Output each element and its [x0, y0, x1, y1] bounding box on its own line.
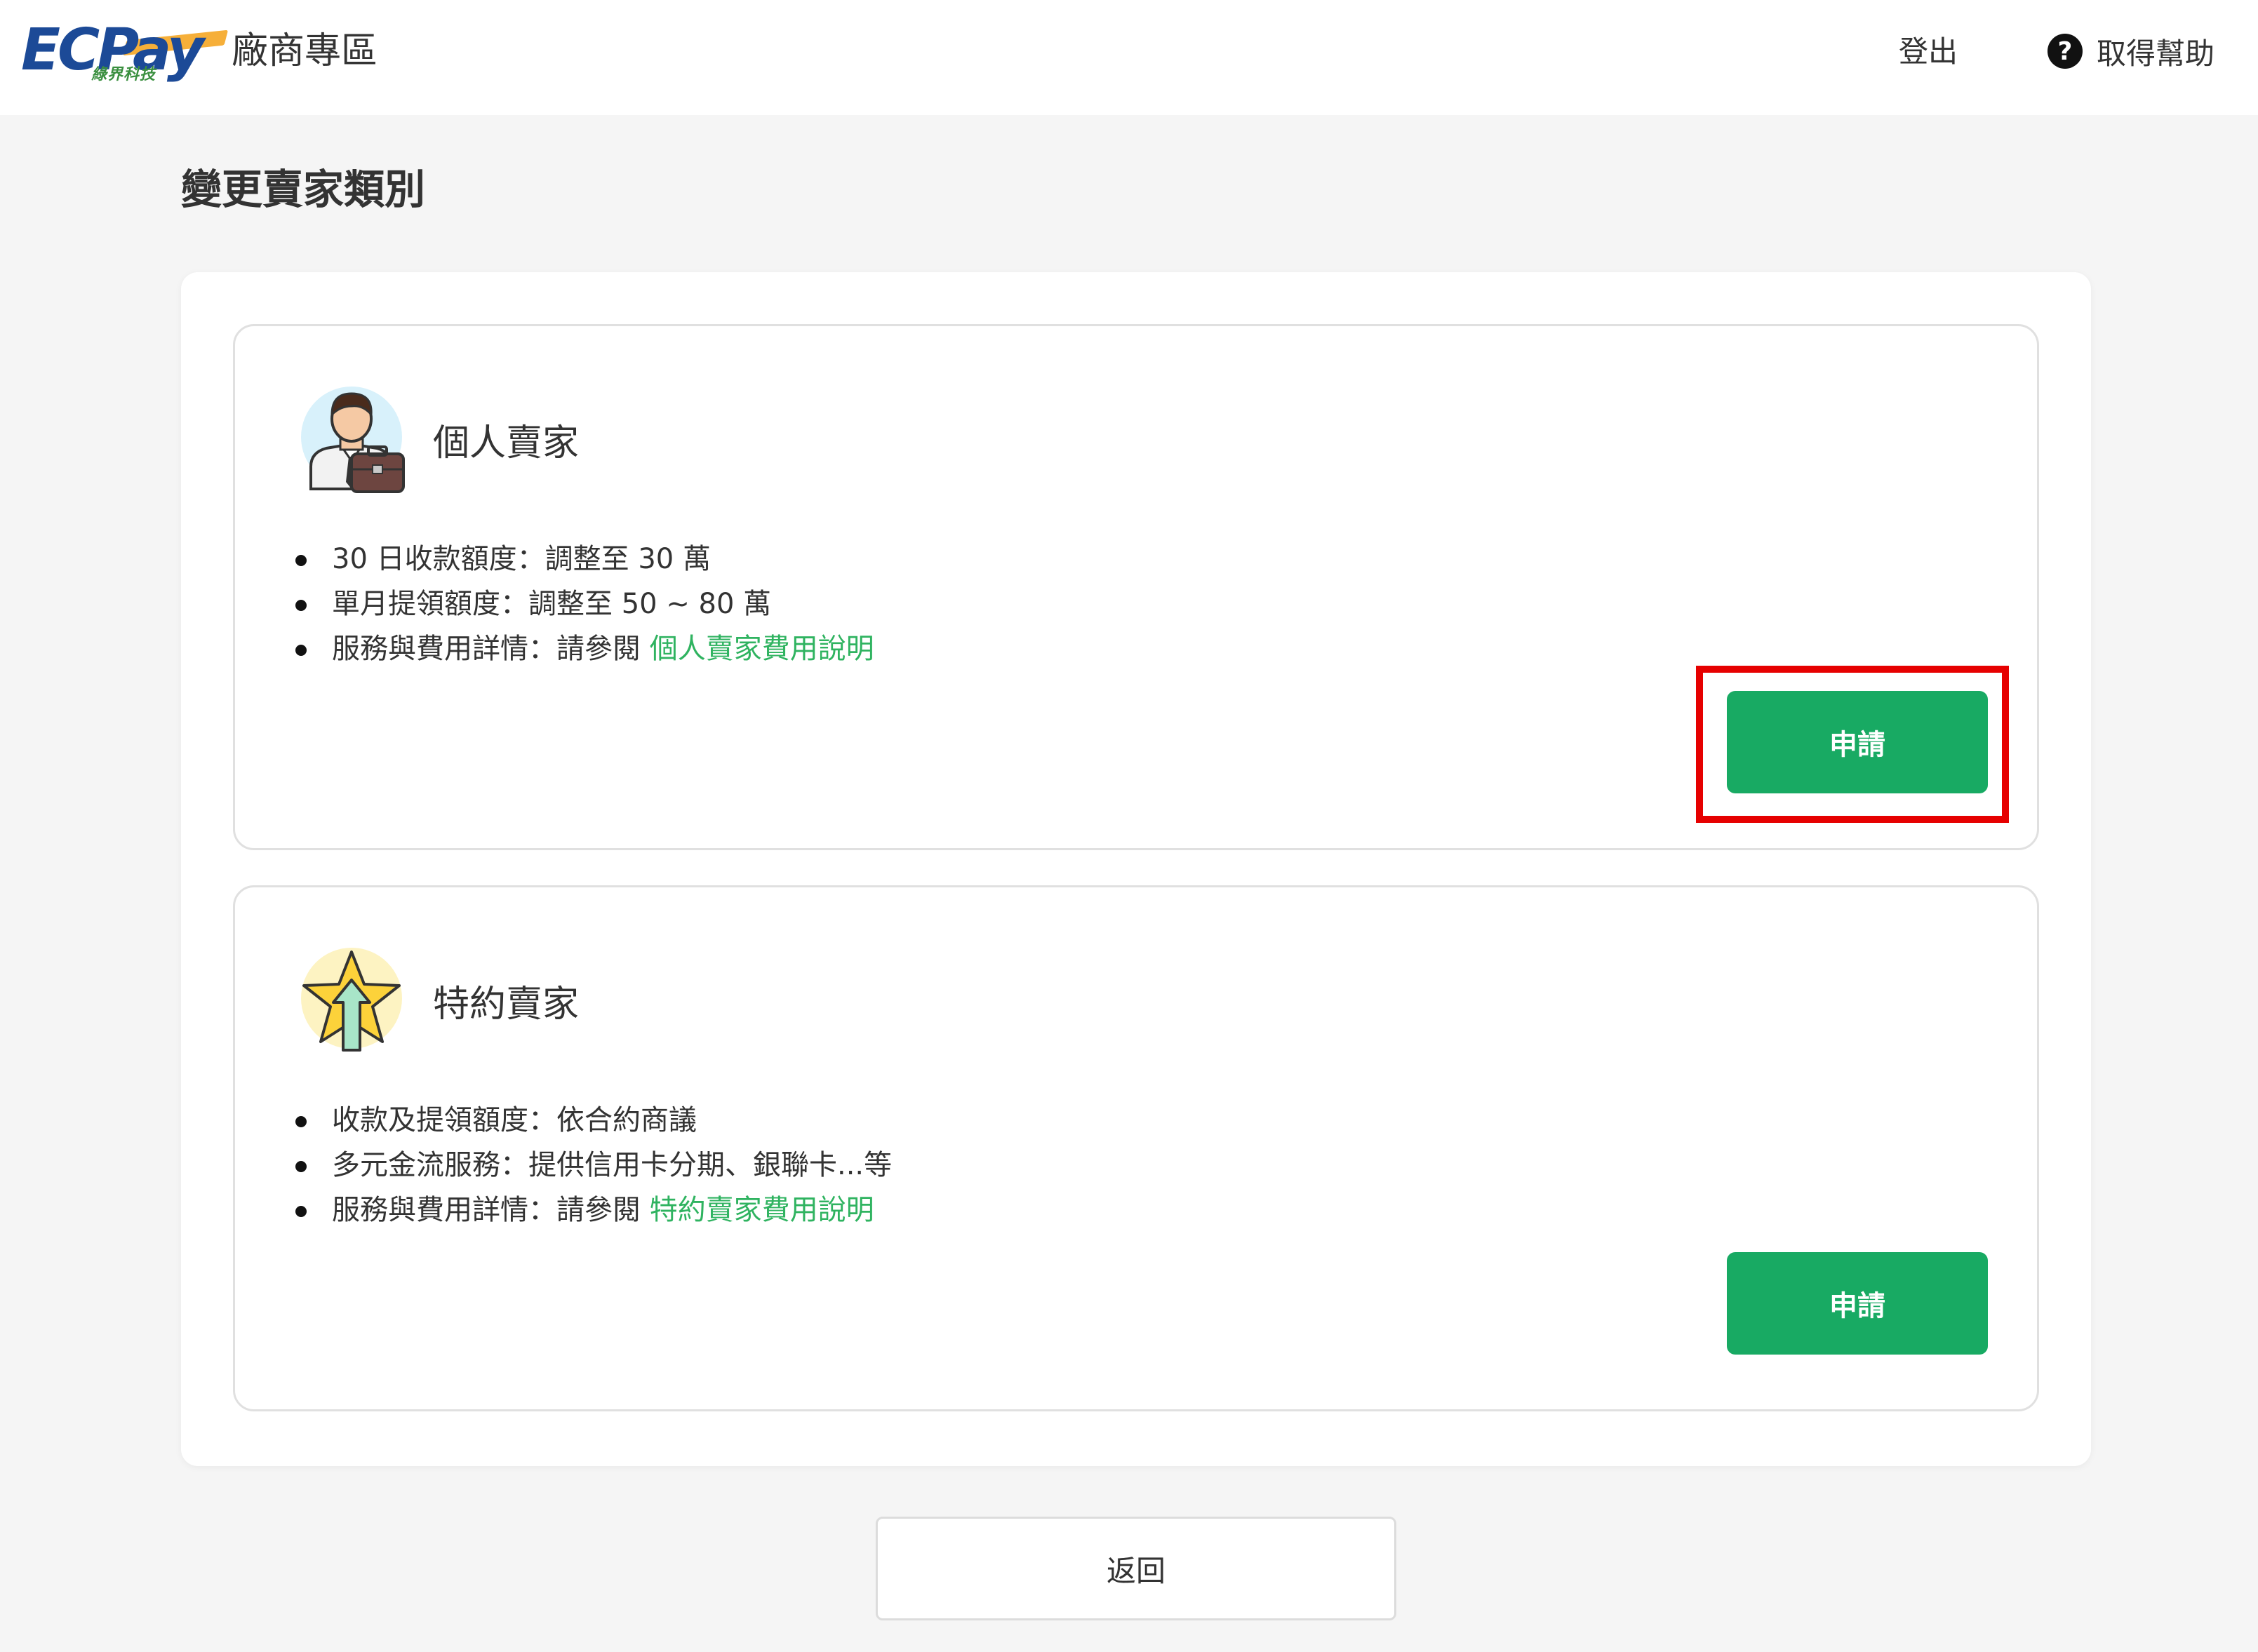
page-title: 變更賣家類別 — [181, 166, 426, 213]
detail-prefix: 服務與費用詳情：請參閱 — [332, 633, 650, 665]
list-item: 服務與費用詳情：請參閱 個人賣家費用說明 — [291, 626, 874, 671]
help-label: 取得幫助 — [2097, 36, 2215, 71]
list-item: 多元金流服務：提供信用卡分期、銀聯卡...等 — [291, 1143, 892, 1188]
contract-seller-card: 特約賣家 收款及提領額度：依合約商議 多元金流服務：提供信用卡分期、銀聯卡...… — [233, 885, 2039, 1411]
question-circle-icon: ? — [2047, 34, 2083, 69]
top-header: ECPay 綠界科技 廠商專區 登出 ? 取得幫助 — [0, 0, 2258, 115]
list-item: 30 日收款額度：調整至 30 萬 — [291, 537, 874, 582]
apply-button-personal[interactable]: 申請 — [1727, 691, 1988, 793]
personal-fee-link[interactable]: 個人賣家費用說明 — [650, 633, 874, 665]
logout-link[interactable]: 登出 — [1899, 31, 1958, 73]
help-link[interactable]: ? 取得幫助 — [2047, 28, 2214, 74]
site-title: 廠商專區 — [232, 30, 378, 72]
list-item: 單月提領額度：調整至 50 ~ 80 萬 — [291, 582, 874, 626]
feature-list: 收款及提領額度：依合約商議 多元金流服務：提供信用卡分期、銀聯卡...等 服務與… — [291, 1098, 892, 1233]
apply-button-contract[interactable]: 申請 — [1727, 1252, 1988, 1355]
star-upgrade-icon — [295, 945, 408, 1057]
ecpay-logo[interactable]: ECPay 綠界科技 — [21, 15, 229, 86]
feature-list: 30 日收款額度：調整至 30 萬 單月提領額度：調整至 50 ~ 80 萬 服… — [291, 537, 874, 671]
personal-seller-card: 個人賣家 30 日收款額度：調整至 30 萬 單月提領額度：調整至 50 ~ 8… — [233, 324, 2039, 850]
seller-type-panel: 個人賣家 30 日收款額度：調整至 30 萬 單月提領額度：調整至 50 ~ 8… — [181, 272, 2091, 1466]
detail-prefix: 服務與費用詳情：請參閱 — [332, 1194, 650, 1226]
businessperson-icon — [295, 384, 408, 496]
list-item: 收款及提領額度：依合約商議 — [291, 1098, 892, 1143]
back-button[interactable]: 返回 — [876, 1517, 1396, 1620]
contract-fee-link[interactable]: 特約賣家費用說明 — [650, 1194, 874, 1226]
logo-subtitle: 綠界科技 — [91, 66, 156, 83]
card-title: 個人賣家 — [433, 422, 580, 464]
list-item: 服務與費用詳情：請參閱 特約賣家費用說明 — [291, 1188, 892, 1233]
card-title: 特約賣家 — [433, 983, 580, 1026]
